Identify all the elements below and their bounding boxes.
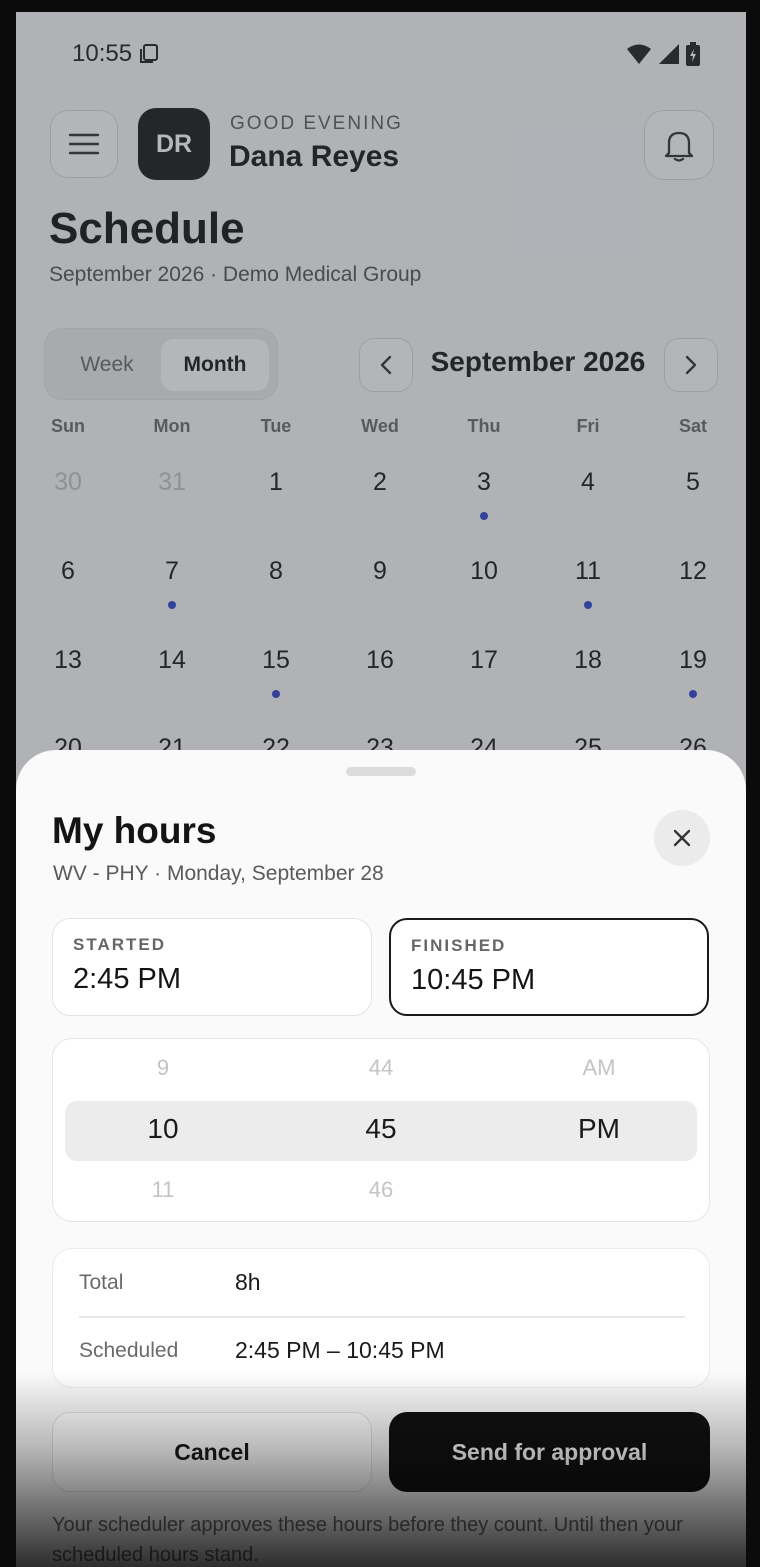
summary-divider (79, 1316, 685, 1318)
picker-minute-option[interactable]: 44 (321, 1055, 441, 1081)
app-screen: 10:55 DR GOOD EVENING Dana Reyes Schedul… (16, 12, 746, 1567)
total-value: 8h (235, 1269, 261, 1295)
summary-total-row: Total 8h (79, 1251, 685, 1315)
time-picker[interactable]: 9 10 11 44 45 46 AM PM (52, 1038, 710, 1222)
picker-period-option[interactable]: AM (539, 1055, 659, 1081)
my-hours-sheet: My hours WV - PHY · Monday, September 28… (16, 750, 746, 1567)
hours-summary: Total 8h Scheduled 2:45 PM – 10:45 PM (52, 1248, 710, 1388)
picker-period-selected[interactable]: PM (539, 1113, 659, 1145)
picker-minute-option[interactable]: 46 (321, 1177, 441, 1203)
cancel-button[interactable]: Cancel (52, 1412, 372, 1492)
finished-label: FINISHED (411, 936, 507, 955)
picker-hour-option[interactable]: 11 (103, 1177, 223, 1203)
scheduled-value: 2:45 PM – 10:45 PM (235, 1337, 445, 1363)
started-time-card[interactable]: STARTED 2:45 PM (52, 918, 372, 1016)
close-icon (673, 829, 691, 847)
finished-time-card[interactable]: FINISHED 10:45 PM (389, 918, 709, 1016)
picker-hour-option[interactable]: 9 (103, 1055, 223, 1081)
picker-hour-selected[interactable]: 10 (103, 1113, 223, 1145)
sheet-title: My hours (52, 810, 217, 851)
scheduled-label: Scheduled (79, 1339, 179, 1362)
picker-minute-selected[interactable]: 45 (321, 1113, 441, 1145)
close-button[interactable] (654, 810, 710, 866)
started-label: STARTED (73, 935, 167, 954)
send-for-approval-button[interactable]: Send for approval (389, 1412, 710, 1492)
summary-scheduled-row: Scheduled 2:45 PM – 10:45 PM (79, 1319, 685, 1383)
total-label: Total (79, 1271, 124, 1294)
approval-footnote: Your scheduler approves these hours befo… (52, 1514, 683, 1566)
finished-value: 10:45 PM (411, 964, 536, 996)
sheet-subtitle: WV - PHY · Monday, September 28 (53, 862, 384, 885)
sheet-handle[interactable] (346, 767, 416, 776)
started-value: 2:45 PM (73, 963, 181, 995)
